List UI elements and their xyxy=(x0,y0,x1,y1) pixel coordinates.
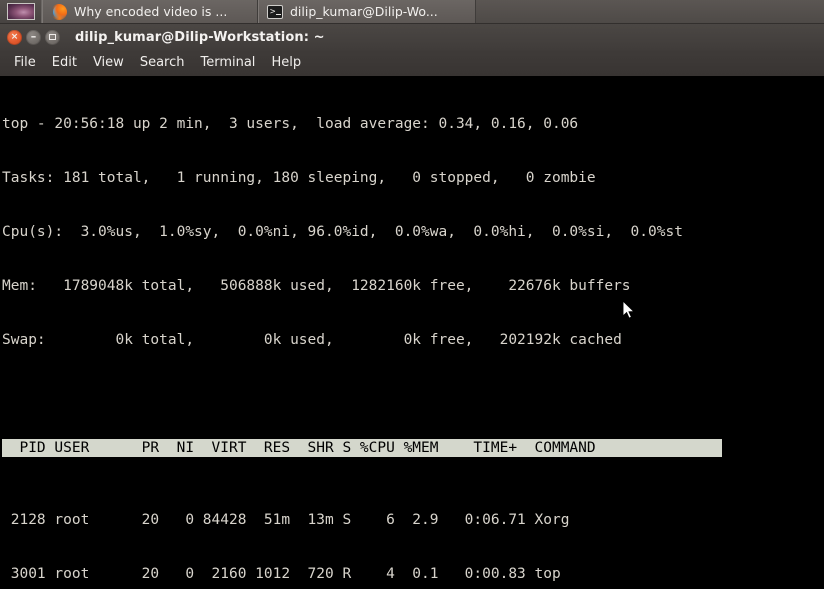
menu-file[interactable]: File xyxy=(6,53,44,73)
minimize-button[interactable]: – xyxy=(26,29,41,45)
taskbar-item-terminal-label: dilip_kumar@Dilip-Wo... xyxy=(290,4,438,19)
desktop-taskbar: Why encoded video is ... dilip_kumar@Dil… xyxy=(0,0,824,24)
maximize-button[interactable] xyxy=(45,29,60,45)
wallpaper-thumbnail-icon xyxy=(6,3,35,20)
minimize-icon: – xyxy=(30,29,37,43)
taskbar-item-terminal[interactable]: dilip_kumar@Dilip-Wo... xyxy=(258,0,476,23)
table-row[interactable]: 3001 root 20 0 2160 1012 720 R 4 0.1 0:0… xyxy=(2,565,824,583)
close-icon: × xyxy=(10,31,19,42)
mouse-pointer-icon xyxy=(623,301,635,319)
window-title: dilip_kumar@Dilip-Workstation: ~ xyxy=(75,29,325,45)
top-summary-mem: Mem: 1789048k total, 506888k used, 12821… xyxy=(2,278,631,294)
maximize-icon xyxy=(49,34,56,40)
top-summary-cpu: Cpu(s): 3.0%us, 1.0%sy, 0.0%ni, 96.0%id,… xyxy=(2,224,683,240)
menu-bar: File Edit View Search Terminal Help xyxy=(0,50,824,76)
wallpaper-thumbnail-button[interactable] xyxy=(0,0,41,23)
terminal-window: × – dilip_kumar@Dilip-Workstation: ~ Fil… xyxy=(0,24,824,589)
terminal-icon xyxy=(267,4,283,19)
taskbar-item-firefox-label: Why encoded video is ... xyxy=(74,4,228,19)
menu-edit[interactable]: Edit xyxy=(44,53,85,73)
table-row[interactable]: 2128 root 20 0 84428 51m 13m S 6 2.9 0:0… xyxy=(2,511,824,529)
menu-view[interactable]: View xyxy=(85,53,132,73)
top-summary-tasks: Tasks: 181 total, 1 running, 180 sleepin… xyxy=(2,170,596,186)
menu-help[interactable]: Help xyxy=(263,53,309,73)
window-titlebar: × – dilip_kumar@Dilip-Workstation: ~ xyxy=(0,24,824,50)
taskbar-item-firefox[interactable]: Why encoded video is ... xyxy=(42,0,258,23)
top-summary-uptime: top - 20:56:18 up 2 min, 3 users, load a… xyxy=(2,116,579,132)
terminal-output[interactable]: top - 20:56:18 up 2 min, 3 users, load a… xyxy=(0,76,824,589)
top-summary-swap: Swap: 0k total, 0k used, 0k free, 202192… xyxy=(2,332,622,348)
desktop-screen: Why encoded video is ... dilip_kumar@Dil… xyxy=(0,0,824,589)
menu-search[interactable]: Search xyxy=(132,53,193,73)
process-table-header: PID USER PR NI VIRT RES SHR S %CPU %MEM … xyxy=(2,439,722,457)
close-button[interactable]: × xyxy=(7,29,22,45)
firefox-icon xyxy=(51,3,67,20)
menu-terminal[interactable]: Terminal xyxy=(192,53,263,73)
